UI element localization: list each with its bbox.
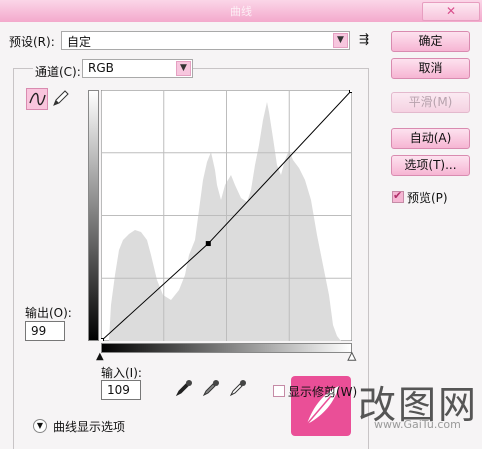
options-button[interactable]: 选项(T)... <box>391 155 470 176</box>
input-value-field[interactable]: 109 <box>101 380 141 400</box>
preset-value: 自定 <box>67 35 92 49</box>
output-value-field[interactable]: 99 <box>25 321 65 341</box>
preset-label: 预设(R): <box>9 35 55 49</box>
watermark-url: www.GaiTu.com <box>374 418 461 431</box>
double-chevron-down-icon: ▼ <box>36 421 44 430</box>
gray-eyedropper-icon[interactable] <box>202 379 220 397</box>
smooth-button[interactable]: 平滑(M) <box>391 92 470 113</box>
output-label: 输出(O): <box>25 306 72 320</box>
curve-icon <box>29 92 46 106</box>
show-clipping-checkbox[interactable] <box>273 385 285 397</box>
black-eyedropper-icon[interactable] <box>175 379 193 397</box>
channel-label: 通道(C): <box>33 63 83 80</box>
ok-button[interactable]: 确定 <box>391 31 470 52</box>
auto-button[interactable]: 自动(A) <box>391 128 470 149</box>
white-point-slider[interactable]: ▲ <box>348 351 357 363</box>
close-button[interactable]: ✕ <box>422 2 480 21</box>
chevron-down-icon: ▼ <box>333 33 348 48</box>
cancel-button[interactable]: 取消 <box>391 58 470 79</box>
curve-control-point[interactable] <box>205 241 211 247</box>
curve-point-tool[interactable] <box>26 88 48 110</box>
input-label: 输入(I): <box>101 366 142 380</box>
curve-options-label: 曲线显示选项 <box>53 420 126 434</box>
preset-dropdown[interactable]: 自定 ▼ <box>61 31 350 50</box>
curves-graph[interactable] <box>101 90 352 341</box>
show-clipping-label: 显示修剪(W) <box>288 385 358 399</box>
white-eyedropper-icon[interactable] <box>229 379 247 397</box>
input-gradient-bar[interactable] <box>101 343 352 353</box>
channel-dropdown[interactable]: RGB ▼ <box>82 59 193 78</box>
output-gradient-bar <box>88 90 99 341</box>
preview-label: 预览(P) <box>407 191 448 205</box>
curve-endpoint-white[interactable] <box>349 90 353 93</box>
close-icon: ✕ <box>445 4 457 18</box>
channel-value: RGB <box>88 61 114 75</box>
title-bar: 曲线 ✕ <box>0 0 482 22</box>
chevron-down-icon: ▼ <box>176 61 191 76</box>
pencil-icon <box>53 90 69 106</box>
curve-options-expander[interactable]: ▼ <box>33 419 47 433</box>
window-title: 曲线 <box>230 5 252 18</box>
pencil-draw-tool[interactable] <box>50 88 72 110</box>
curve-endpoint-black[interactable] <box>101 338 104 342</box>
black-point-slider[interactable]: ▲ <box>96 351 104 362</box>
preset-menu-icon[interactable]: ⇶ <box>359 32 369 46</box>
preview-checkbox[interactable] <box>392 189 404 203</box>
